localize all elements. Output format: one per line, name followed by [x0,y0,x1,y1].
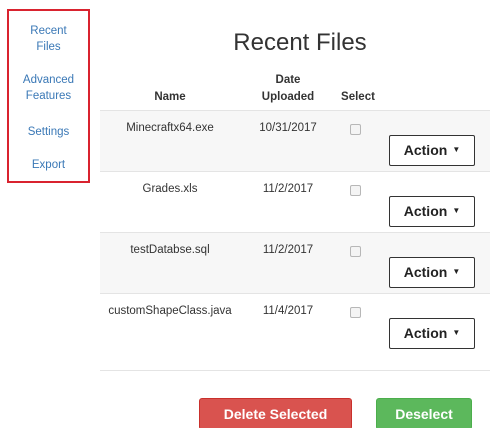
recent-files-page: Recent Files Advanced Features Settings … [0,0,490,428]
deselect-button[interactable]: Deselect [376,398,472,428]
sidebar-item-advanced-features[interactable]: Advanced Features [9,72,88,104]
file-name: Grades.xls [142,183,198,195]
action-dropdown-button[interactable]: Action ▼ [389,257,475,288]
delete-selected-button[interactable]: Delete Selected [199,398,352,428]
action-button-label: Action [403,142,448,158]
file-name: customShapeClass.java [108,305,232,317]
sidebar-item-recent-files[interactable]: Recent Files [9,23,88,55]
sidebar-item-label: Features [25,90,72,102]
column-header-date-uploaded: Date Uploaded [257,72,319,106]
action-button-label: Action [403,325,448,341]
table-footer-divider [100,370,490,371]
caret-down-icon: ▼ [452,205,461,215]
file-name: Minecraftx64.exe [126,122,214,134]
table-row: Minecraftx64.exe 10/31/2017 Action ▼ [100,111,490,171]
file-name: testDatabse.sql [130,244,210,256]
select-checkbox[interactable] [350,307,361,318]
caret-down-icon: ▼ [452,266,461,276]
column-header-label: Date [275,74,301,86]
sidebar-item-label: Recent [30,25,67,37]
action-dropdown-button[interactable]: Action ▼ [389,318,475,349]
upload-date: 11/2/2017 [262,183,314,195]
upload-date: 10/31/2017 [259,122,317,134]
action-button-label: Action [403,264,448,280]
select-checkbox[interactable] [350,124,361,135]
action-button-label: Action [403,203,448,219]
column-header-label: Uploaded [261,91,315,103]
column-header-select: Select [341,91,375,103]
select-checkbox[interactable] [350,185,361,196]
page-title: Recent Files [233,29,367,56]
sidebar-item-label: Advanced [22,74,75,86]
caret-down-icon: ▼ [452,327,461,337]
action-dropdown-button[interactable]: Action ▼ [389,135,475,166]
sidebar-item-label: Files [36,41,61,53]
upload-date: 11/2/2017 [262,244,314,256]
table-row: testDatabse.sql 11/2/2017 Action ▼ [100,233,490,293]
column-header-name: Name [154,91,186,103]
table-row: customShapeClass.java 11/4/2017 Action ▼ [100,294,490,354]
sidebar-nav: Recent Files Advanced Features Settings … [7,9,90,183]
upload-date: 11/4/2017 [262,305,314,317]
action-dropdown-button[interactable]: Action ▼ [389,196,475,227]
table-row: Grades.xls 11/2/2017 Action ▼ [100,172,490,232]
select-checkbox[interactable] [350,246,361,257]
caret-down-icon: ▼ [452,144,461,154]
sidebar-item-export[interactable]: Export [9,157,88,173]
sidebar-item-settings[interactable]: Settings [9,124,88,140]
